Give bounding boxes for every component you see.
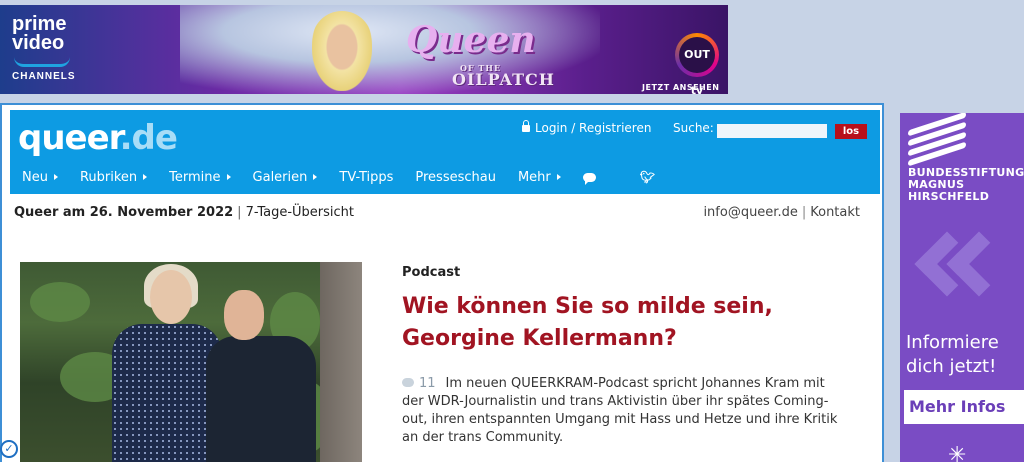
- login-link[interactable]: Login / Registrieren: [522, 120, 651, 135]
- caret-right-icon: [53, 174, 58, 180]
- article-kicker: Podcast: [402, 265, 461, 280]
- nav-item-neu[interactable]: Neu: [22, 170, 58, 185]
- date-label: Queer am 26. November 2022: [14, 205, 234, 220]
- ad-cta[interactable]: JETZT ANSEHEN: [642, 83, 719, 92]
- caret-right-icon: [226, 174, 231, 180]
- comment-bubble-icon: [402, 378, 414, 387]
- prime-video-logo: prime video CHANNELS: [12, 13, 76, 82]
- prime-smile-icon: [14, 57, 70, 67]
- foundation-logo-icon: [908, 113, 966, 167]
- ad-person-image: [312, 11, 372, 91]
- contact-link[interactable]: Kontakt: [810, 205, 860, 220]
- comment-count[interactable]: 11: [402, 376, 436, 391]
- email-link[interactable]: info@queer.de: [703, 205, 797, 220]
- main-nav: Neu Rubriken Termine Galerien TV-Tipps P…: [22, 165, 655, 189]
- ad-show-title: Queen: [406, 19, 536, 61]
- site-logo[interactable]: queer.de: [18, 116, 178, 160]
- main-panel: queer.de Login / Registrieren Suche: los…: [0, 103, 884, 462]
- nav-item-rubriken[interactable]: Rubriken: [80, 170, 148, 185]
- consent-check-icon[interactable]: ✓: [0, 440, 18, 458]
- search-button[interactable]: los: [835, 124, 867, 139]
- nav-item-presseschau[interactable]: Presseschau: [415, 170, 496, 185]
- article-teaser: 11 Im neuen QUEERKRAM-Podcast spricht Joh…: [402, 376, 838, 445]
- search-input[interactable]: [717, 124, 827, 138]
- lock-icon: [522, 120, 530, 132]
- date-line: Queer am 26. November 2022 | 7-Tage-Übersi…: [14, 205, 355, 220]
- side-ad-more-button[interactable]: Mehr Infos: [904, 390, 1024, 424]
- top-banner-ad[interactable]: prime video CHANNELS Queen OF THE OILPAT…: [0, 5, 728, 94]
- chevron-graphic-icon: [914, 221, 1024, 341]
- article-headline[interactable]: Wie können Sie so milde sein, Georgine K…: [402, 291, 822, 355]
- foundation-name: BUNDESSTIFTUNG MAGNUS HIRSCHFELD: [908, 166, 1024, 203]
- comments-icon[interactable]: [582, 172, 596, 185]
- overview-link[interactable]: 7-Tage-Übersicht: [246, 205, 354, 220]
- sun-icon: ✳: [948, 443, 967, 462]
- caret-right-icon: [556, 174, 561, 180]
- nav-item-tv-tipps[interactable]: TV-Tipps: [339, 170, 393, 185]
- side-banner-ad[interactable]: BUNDESSTIFTUNG MAGNUS HIRSCHFELD Informi…: [900, 113, 1024, 462]
- nav-item-galerien[interactable]: Galerien: [253, 170, 318, 185]
- contact-line: info@queer.de | Kontakt: [703, 205, 860, 220]
- caret-right-icon: [313, 174, 318, 180]
- ad-show-subtitle: OF THE OILPATCH: [452, 63, 555, 89]
- outtv-logo: OUT tv: [675, 33, 719, 94]
- search-label: Suche:: [673, 121, 714, 135]
- site-header: queer.de Login / Registrieren Suche: los…: [10, 110, 880, 194]
- article-photo[interactable]: [20, 262, 362, 462]
- nav-item-termine[interactable]: Termine: [169, 170, 231, 185]
- nav-item-mehr[interactable]: Mehr: [518, 170, 561, 185]
- side-ad-text: Informiere dich jetzt!: [906, 332, 999, 377]
- caret-right-icon: [143, 174, 148, 180]
- twitter-icon[interactable]: 🐦︎: [640, 170, 655, 184]
